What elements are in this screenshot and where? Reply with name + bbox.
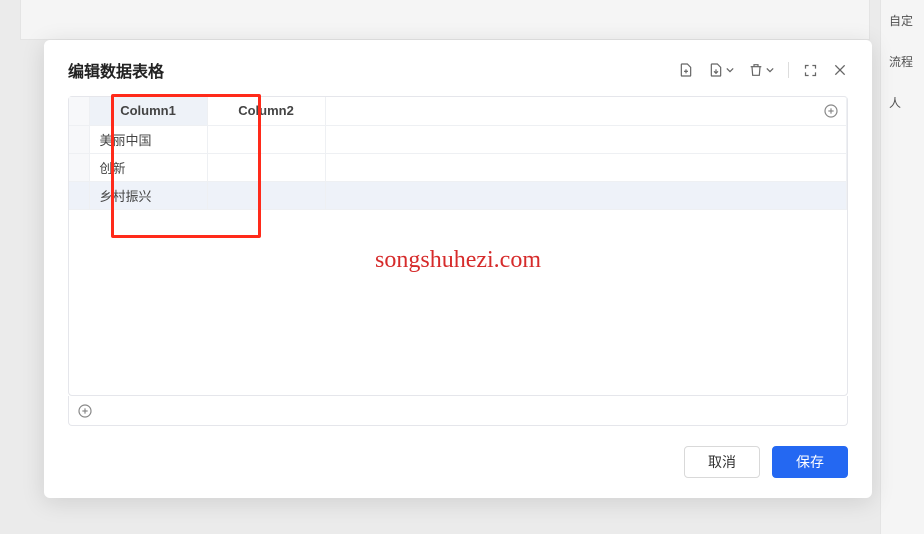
modal-title: 编辑数据表格 bbox=[68, 58, 164, 82]
row-index bbox=[69, 125, 89, 153]
table-cell[interactable]: 乡村振兴 bbox=[89, 181, 207, 209]
add-column-button[interactable] bbox=[823, 103, 839, 119]
table-row[interactable]: 创新 bbox=[69, 153, 847, 181]
table-cell[interactable]: 美丽中国 bbox=[89, 125, 207, 153]
row-index bbox=[69, 181, 89, 209]
delete-icon[interactable] bbox=[748, 62, 774, 78]
import-file-icon[interactable] bbox=[678, 62, 694, 78]
watermark-text: songshuhezi.com bbox=[375, 247, 541, 274]
table-cell[interactable] bbox=[207, 153, 325, 181]
data-table: Column1 Column2 美丽中国 创新 bbox=[68, 96, 848, 396]
table-corner bbox=[69, 97, 89, 125]
table-header-row: Column1 Column2 bbox=[69, 97, 847, 125]
table-cell-empty bbox=[325, 125, 847, 153]
plus-circle-icon bbox=[77, 403, 93, 419]
save-button[interactable]: 保存 bbox=[772, 446, 848, 478]
table-cell-empty bbox=[325, 181, 847, 209]
modal-body: Column1 Column2 美丽中国 创新 bbox=[44, 96, 872, 428]
cancel-button[interactable]: 取消 bbox=[684, 446, 760, 478]
fullscreen-icon[interactable] bbox=[803, 63, 818, 78]
table-row[interactable]: 美丽中国 bbox=[69, 125, 847, 153]
close-icon[interactable] bbox=[832, 62, 848, 78]
column-header[interactable]: Column1 bbox=[89, 97, 207, 125]
row-index bbox=[69, 153, 89, 181]
divider bbox=[788, 62, 789, 78]
export-file-icon[interactable] bbox=[708, 62, 734, 78]
modal-footer: 取消 保存 bbox=[44, 428, 872, 498]
column-header[interactable]: Column2 bbox=[207, 97, 325, 125]
modal-header: 编辑数据表格 bbox=[44, 40, 872, 96]
table-row[interactable]: 乡村振兴 bbox=[69, 181, 847, 209]
table-cell[interactable] bbox=[207, 181, 325, 209]
table-cell-empty bbox=[325, 153, 847, 181]
modal-toolbar bbox=[678, 62, 848, 78]
column-header-empty bbox=[325, 97, 847, 125]
table-cell[interactable]: 创新 bbox=[89, 153, 207, 181]
table-cell[interactable] bbox=[207, 125, 325, 153]
add-row-button[interactable] bbox=[68, 396, 848, 426]
edit-data-table-modal: 编辑数据表格 bbox=[44, 40, 872, 498]
